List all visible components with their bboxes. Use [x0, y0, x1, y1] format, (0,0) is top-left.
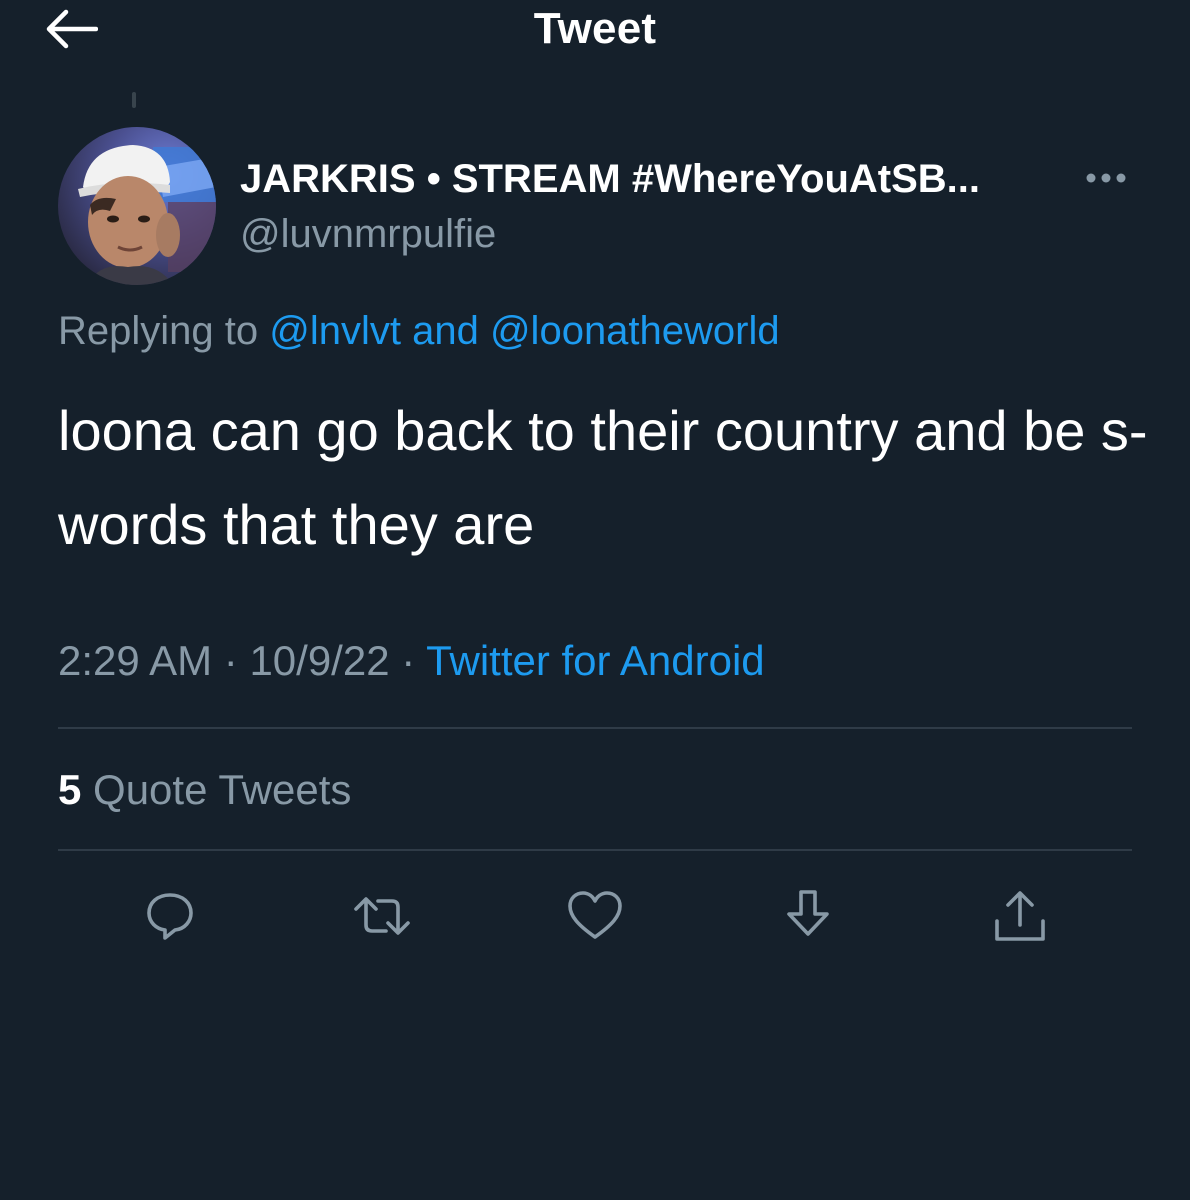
like-icon — [568, 891, 622, 939]
author-display-name[interactable]: JARKRIS • STREAM #WhereYouAtSB... — [240, 155, 980, 203]
profile-photo — [58, 127, 216, 285]
page-title: Tweet — [533, 4, 657, 53]
like-button[interactable] — [563, 884, 627, 948]
download-icon — [787, 890, 829, 936]
divider — [58, 849, 1132, 851]
more-horizontal-icon — [1086, 173, 1126, 183]
author-username[interactable]: @luvnmrpulfie — [240, 210, 496, 258]
tweet-text: loona can go back to their country and b… — [58, 399, 1148, 556]
reply-button[interactable] — [138, 884, 202, 948]
tweet-date: 10/9/22 — [249, 637, 390, 684]
quote-tweets-label: Quote Tweets — [81, 766, 352, 813]
tweet-metadata: 2:29 AM · 10/9/22 · Twitter for Android — [58, 634, 765, 688]
thread-connector-line — [132, 92, 136, 108]
avatar[interactable] — [58, 127, 216, 285]
retweet-icon — [354, 897, 410, 935]
quote-tweets-count: 5 — [58, 766, 82, 813]
save-button[interactable] — [776, 884, 840, 948]
reply-mention-lnvlvt[interactable]: @lnvlvt — [269, 309, 401, 353]
tweet-time: 2:29 AM — [58, 637, 213, 684]
meta-separator: · — [389, 637, 427, 684]
replying-to-line: Replying to @lnvlvt and @loonatheworld — [58, 306, 780, 356]
retweet-button[interactable] — [350, 884, 414, 948]
divider — [58, 727, 1132, 729]
replying-to-prefix: Replying to — [58, 309, 270, 353]
meta-separator: · — [212, 637, 250, 684]
top-bar: Tweet — [0, 0, 1190, 60]
tweet-source-link[interactable]: Twitter for Android — [426, 637, 764, 684]
more-options-button[interactable] — [1080, 160, 1132, 196]
share-button[interactable] — [988, 884, 1052, 948]
reply-mention-conjunction[interactable]: and — [401, 309, 490, 353]
quote-tweets-link[interactable]: 5 Quote Tweets — [58, 764, 351, 816]
reply-icon — [147, 893, 193, 940]
reply-mention-loonatheworld[interactable]: @loonatheworld — [490, 309, 780, 353]
share-icon — [995, 891, 1045, 941]
